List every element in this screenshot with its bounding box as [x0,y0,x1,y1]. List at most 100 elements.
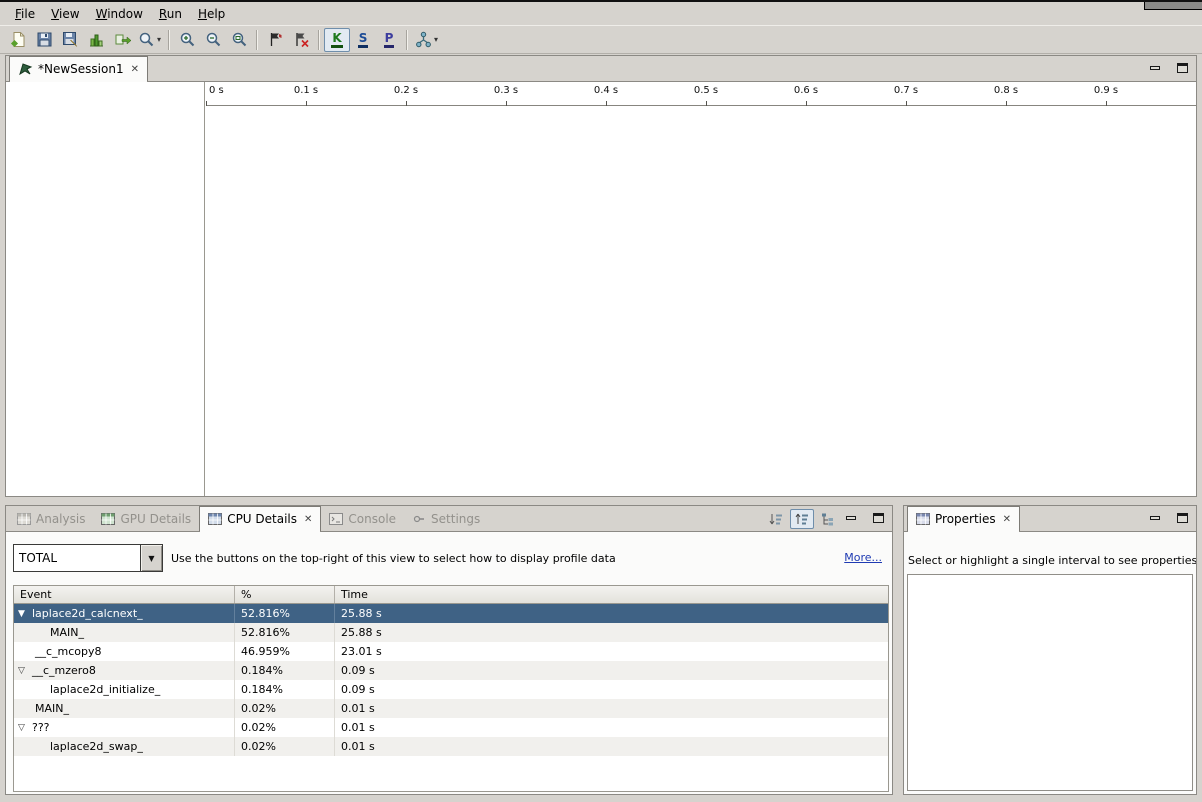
minimize-button[interactable] [844,512,858,524]
column-header-percent[interactable]: % [235,586,335,603]
table-row[interactable]: __c_mcopy846.959%23.01 s [14,642,888,661]
time-cell: 25.88 s [335,623,888,642]
menu-view[interactable]: View [43,5,87,23]
marker-forward-button[interactable] [262,28,288,52]
table-row[interactable]: laplace2d_initialize_0.184%0.09 s [14,680,888,699]
process-view-button[interactable]: P [376,28,402,52]
kernel-view-button[interactable]: K [324,28,350,52]
percent-cell: 0.02% [235,737,335,756]
zoom-in-icon [179,31,196,48]
save-as-button[interactable] [57,28,83,52]
ruler-tick-mark [806,101,807,106]
zoom-out-button[interactable] [200,28,226,52]
expand-icon[interactable]: ▽ [18,666,32,676]
zoom-fit-button[interactable] [226,28,252,52]
cpu-details-content: TOTAL ▼ Use the buttons on the top-right… [6,532,892,794]
time-cell: 0.09 s [335,661,888,680]
expand-icon[interactable]: ▼ [18,609,32,619]
ruler-tick-label: 0.1 s [294,85,318,96]
menu-run[interactable]: Run [151,5,190,23]
close-tab-icon[interactable]: ✕ [304,514,312,525]
event-label: laplace2d_swap_ [50,740,143,753]
maximize-button[interactable] [871,512,885,524]
details-window-buttons [844,512,885,524]
minimize-button[interactable] [1148,62,1162,74]
column-header-event[interactable]: Event [14,586,235,603]
dropdown-arrow-icon[interactable]: ▾ [157,35,161,44]
flag-forward-icon [267,31,284,48]
tab-label: Console [348,512,396,526]
table-row[interactable]: ▽__c_mzero8 0.184%0.09 s [14,661,888,680]
stream-view-button[interactable]: S [350,28,376,52]
table-row[interactable]: laplace2d_swap_ 0.02%0.01 s [14,737,888,756]
properties-content: Select or highlight a single interval to… [904,532,1196,794]
ruler-tick-label: 0.3 s [494,85,518,96]
percent-cell: 52.816% [235,623,335,642]
zoom-in-button[interactable] [174,28,200,52]
percent-cell: 0.184% [235,661,335,680]
search-button[interactable]: ▾ [135,28,164,52]
marker-clear-button[interactable] [288,28,314,52]
timeline-ruler[interactable]: 0 s0.1 s0.2 s0.3 s0.4 s0.5 s0.6 s0.7 s0.… [206,82,1196,106]
session-icon [18,62,33,76]
properties-box [907,574,1193,791]
settings-icon [412,513,426,525]
tab-session[interactable]: *NewSession1 ✕ [9,56,148,81]
properties-window-buttons [1148,512,1189,524]
save-button[interactable] [31,28,57,52]
flag-clear-icon [293,31,310,48]
table-row[interactable]: ▽???0.02%0.01 s [14,718,888,737]
event-label: __c_mzero8 [32,664,96,677]
new-session-button[interactable] [5,28,31,52]
save-icon [36,31,53,48]
profile-chart-button[interactable] [83,28,109,52]
close-tab-icon[interactable]: ✕ [131,64,139,75]
zoom-out-icon [205,31,222,48]
flat-view-button[interactable] [764,509,788,529]
ruler-tick-mark [306,101,307,106]
top-down-view-button[interactable] [790,509,814,529]
minimize-button[interactable] [1148,512,1162,524]
expand-icon[interactable]: ▽ [18,723,32,733]
tab-analysis[interactable]: Analysis [9,506,93,531]
tab-label: Settings [431,512,480,526]
cpu-details-icon [208,513,222,525]
more-link[interactable]: More... [844,551,882,564]
analysis-tab-icon [17,513,31,525]
tab-settings[interactable]: Settings [404,506,488,531]
ruler-tick-mark [606,101,607,106]
ruler-tick-mark [706,101,707,106]
tab-properties[interactable]: Properties ✕ [907,506,1020,531]
event-cell: ▼laplace2d_calcnext_ [14,604,235,623]
menu-window[interactable]: Window [88,5,151,23]
bottom-up-view-button[interactable] [816,509,840,529]
tab-console[interactable]: Console [321,506,404,531]
ruler-tick-label: 0.6 s [794,85,818,96]
maximize-button[interactable] [1175,512,1189,524]
table-row[interactable]: MAIN_52.816%25.88 s [14,623,888,642]
table-row[interactable]: ▼laplace2d_calcnext_52.816%25.88 s [14,604,888,623]
stream-icon: S [358,32,369,48]
application-window: FileViewWindowRunHelp ▾ KSP ▾ *NewSession1… [0,0,1202,802]
column-header-time[interactable]: Time [335,586,888,603]
window-top-edge [0,0,1202,2]
combobox-arrow-icon[interactable]: ▼ [140,545,162,571]
menu-file[interactable]: File [7,5,43,23]
properties-tab-label: Properties [935,512,996,526]
tab-cpu-details[interactable]: CPU Details✕ [199,506,321,531]
analysis-button[interactable]: ▾ [412,28,441,52]
table-row[interactable]: MAIN_0.02%0.01 s [14,699,888,718]
export-button[interactable] [109,28,135,52]
maximize-button[interactable] [1175,62,1189,74]
time-cell: 0.01 s [335,737,888,756]
menu-help[interactable]: Help [190,5,233,23]
cpu-details-table: Event%Time ▼laplace2d_calcnext_52.816%25… [13,585,889,792]
dropdown-arrow-icon[interactable]: ▾ [434,35,438,44]
percent-cell: 0.02% [235,718,335,737]
ruler-baseline [206,105,1196,106]
display-mode-combobox[interactable]: TOTAL ▼ [13,544,163,572]
tab-gpu-details[interactable]: GPU Details [93,506,199,531]
time-cell: 0.09 s [335,680,888,699]
ruler-tick-mark [906,101,907,106]
close-tab-icon[interactable]: ✕ [1003,514,1011,525]
